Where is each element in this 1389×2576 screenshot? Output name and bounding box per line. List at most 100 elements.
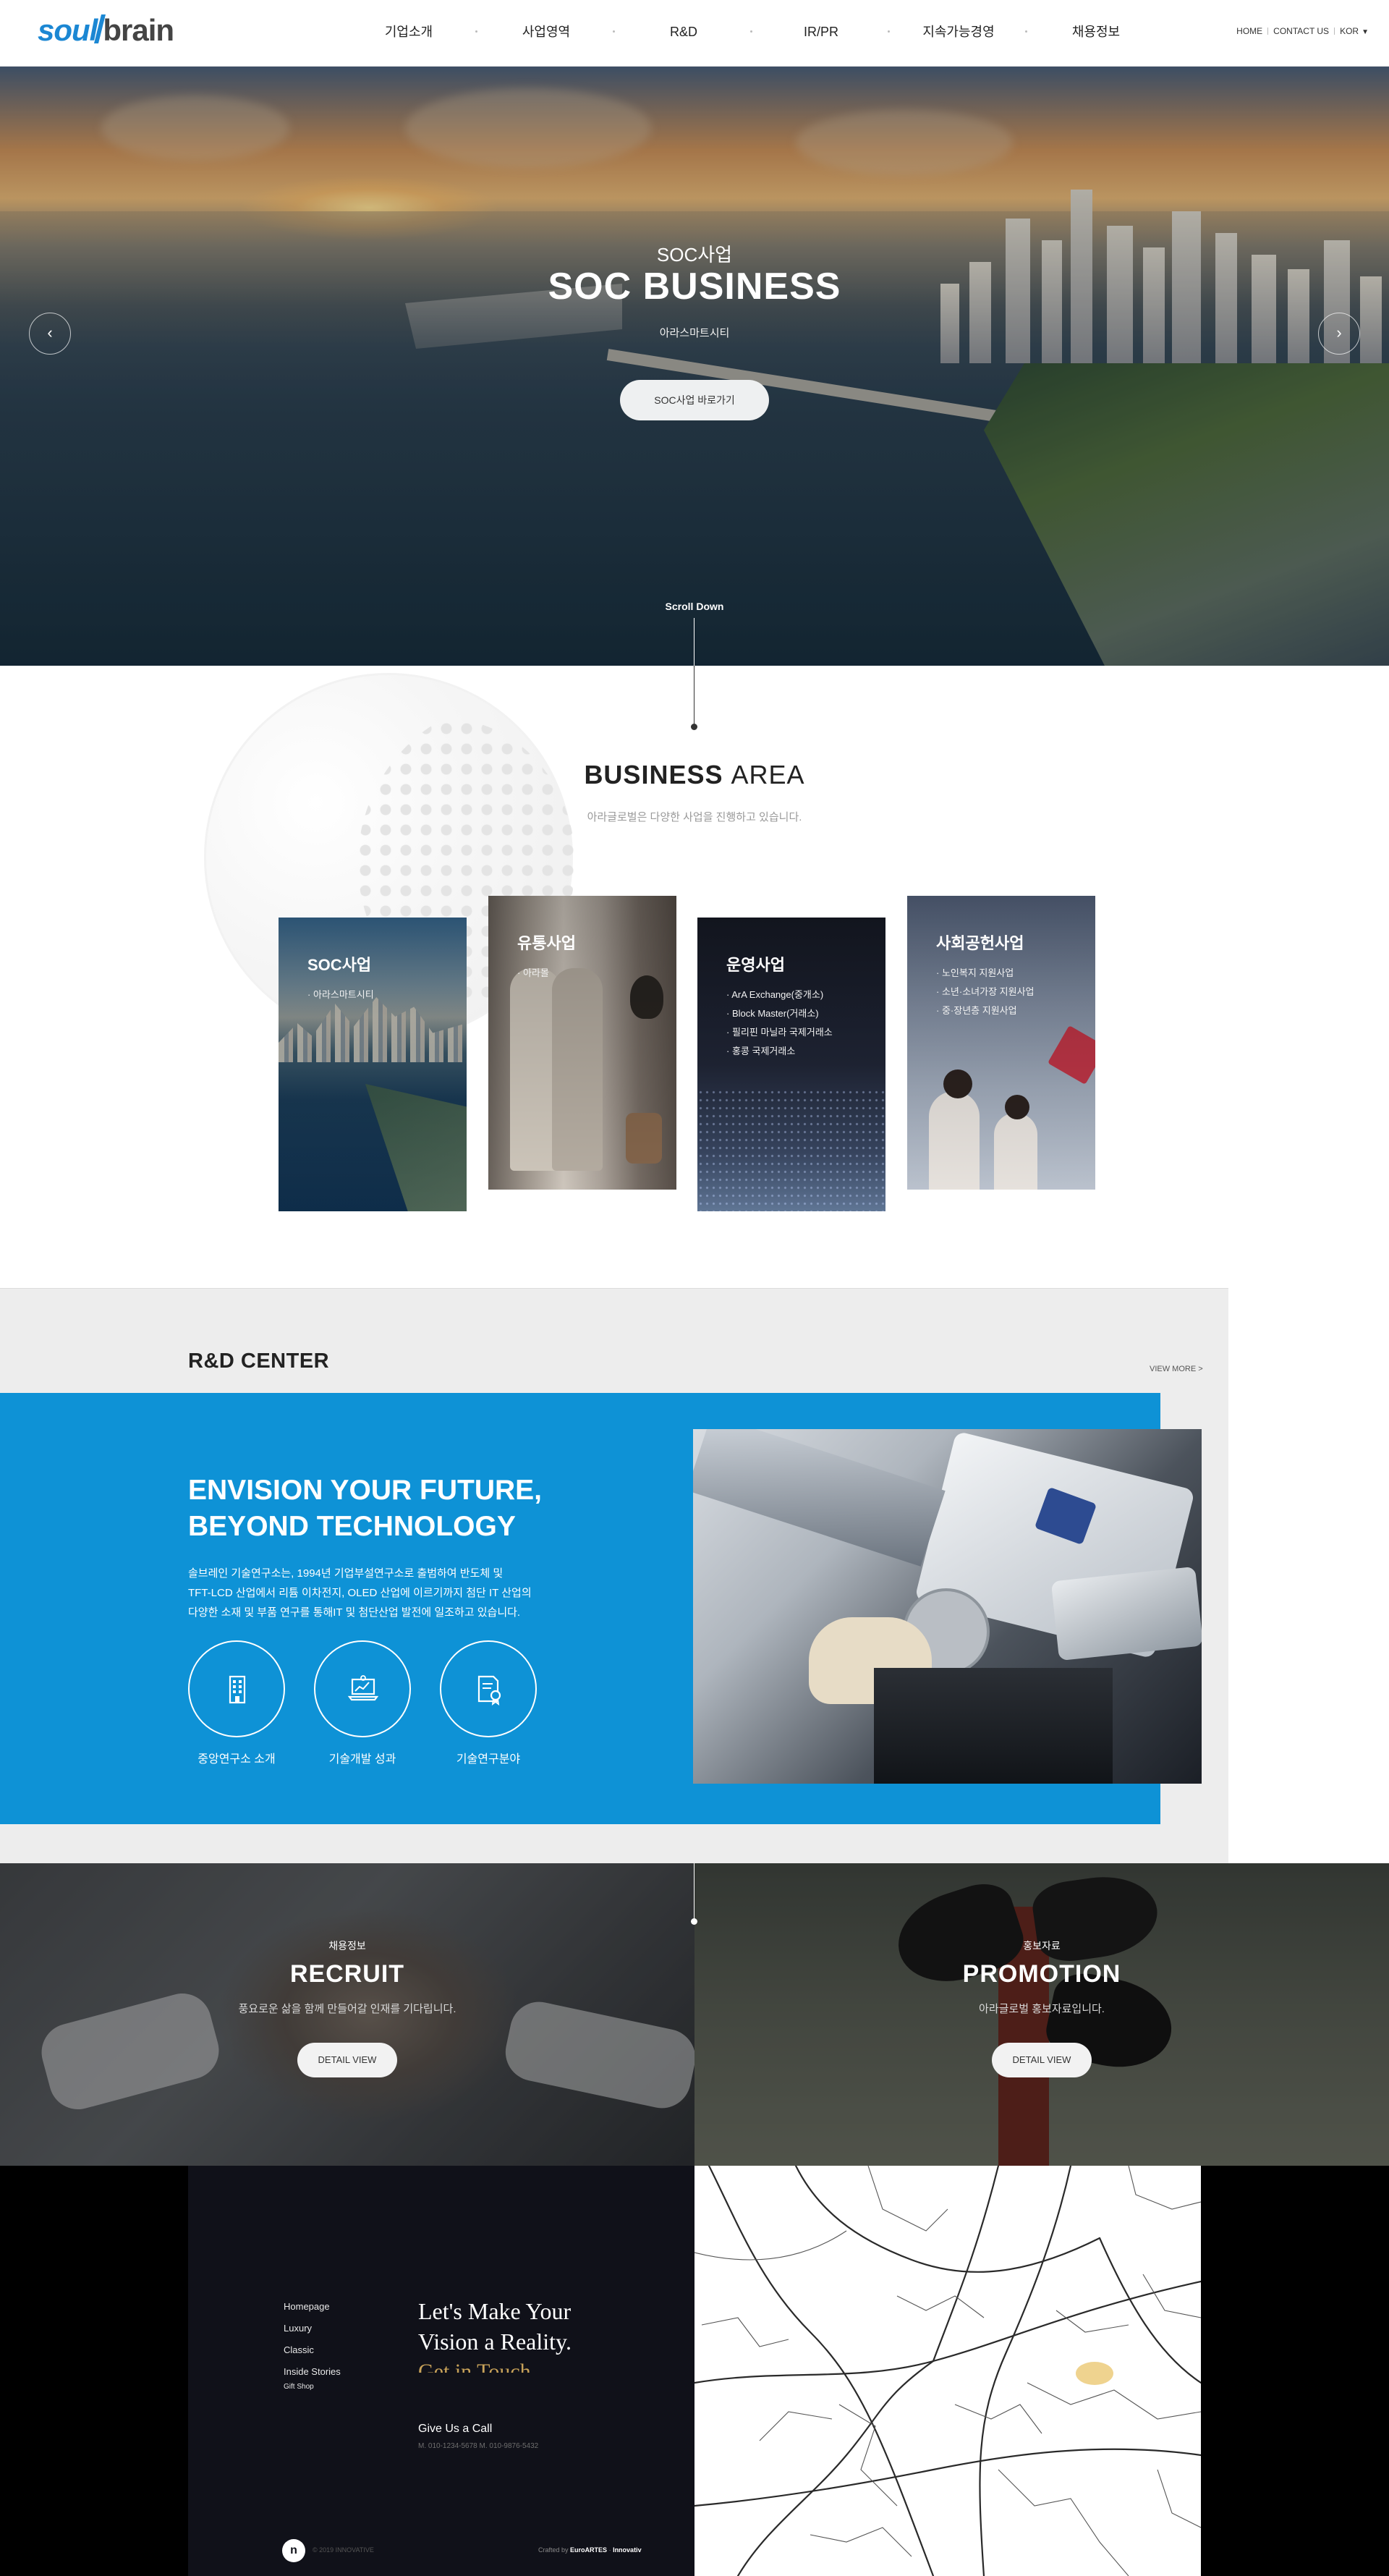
promotion-description: 아라글로벌 홍보자료입니다. bbox=[979, 2003, 1105, 2015]
section-title: BUSINESS AREA bbox=[0, 760, 1389, 790]
map-panel[interactable] bbox=[694, 2166, 1201, 2576]
embedded-site-preview: Homepage Luxury Classic Inside Stories G… bbox=[188, 2166, 694, 2576]
nav-company[interactable]: 기업소개 bbox=[340, 0, 477, 67]
promotion-detail-button[interactable]: DETAIL VIEW bbox=[992, 2043, 1092, 2077]
logo-text-brain: brain bbox=[103, 13, 174, 47]
rnd-center-intro-button[interactable] bbox=[188, 1640, 285, 1737]
business-card-soc[interactable]: SOC사업 아라스마트시티 bbox=[279, 918, 467, 1211]
language-selector[interactable]: KOR ▼ bbox=[1340, 26, 1369, 36]
preview-menu-item[interactable]: Homepage bbox=[284, 2296, 341, 2318]
view-more-link[interactable]: VIEW MORE > bbox=[1150, 1365, 1203, 1373]
nav-careers[interactable]: 채용정보 bbox=[1027, 0, 1165, 67]
preview-headline: Let's Make Your Vision a Reality. bbox=[418, 2298, 572, 2355]
chevron-left-icon: ‹ bbox=[47, 323, 53, 342]
card-overlay bbox=[279, 918, 467, 1211]
section-title: R&D CENTER bbox=[188, 1350, 330, 1373]
preview-menu-item[interactable]: Classic bbox=[284, 2339, 341, 2361]
street-map[interactable] bbox=[694, 2166, 1201, 2576]
equipment-stage bbox=[874, 1668, 1113, 1784]
nav-rnd[interactable]: R&D bbox=[615, 0, 752, 67]
card-title: 사회공헌사업 bbox=[936, 934, 1024, 952]
recruit-detail-button[interactable]: DETAIL VIEW bbox=[297, 2043, 397, 2077]
business-area-section: BUSINESS AREA 아라글로벌은 다양한 사업을 진행하고 있습니다. … bbox=[0, 666, 1389, 1288]
promotion-title: PROMOTION bbox=[962, 1960, 1121, 1988]
hero-title: SOC BUSINESS bbox=[548, 266, 841, 308]
business-card-social-contribution[interactable]: 사회공헌사업 노인복지 지원사업 소년·소녀가장 지원사업 중·장년층 지원사업 bbox=[907, 896, 1095, 1190]
card-list-item: 필리핀 마닐라 국제거래소 bbox=[726, 1023, 833, 1042]
card-list-item: 홍콩 국제거래소 bbox=[726, 1042, 833, 1061]
card-overlay bbox=[488, 896, 676, 1190]
util-divider bbox=[1334, 27, 1335, 35]
slider-next-button[interactable]: › bbox=[1318, 313, 1360, 355]
preview-menu: Homepage Luxury Classic Inside Stories G… bbox=[284, 2296, 341, 2391]
preview-logo[interactable]: n bbox=[282, 2539, 305, 2562]
business-card-distribution[interactable]: 유통사업 아라몰 bbox=[488, 896, 676, 1190]
card-list-item: Block Master(거래소) bbox=[726, 1004, 833, 1023]
rnd-achievements-label[interactable]: 기술개발 성과 bbox=[290, 1749, 435, 1766]
recruit-description: 풍요로운 삶을 함께 만들어갈 인재를 기다립니다. bbox=[238, 2003, 456, 2015]
preview-credit: Crafted by EuroARTES · Innovativ bbox=[538, 2546, 642, 2554]
card-list-item: 아라몰 bbox=[517, 964, 549, 983]
slider-prev-button[interactable]: ‹ bbox=[29, 313, 71, 355]
section-title-bold: BUSINESS bbox=[584, 760, 723, 789]
equipment-lens bbox=[1050, 1566, 1202, 1661]
scroll-down-label[interactable]: Scroll Down bbox=[0, 601, 1389, 612]
card-list: ArA Exchange(중개소) Block Master(거래소) 필리핀 … bbox=[726, 986, 833, 1061]
card-list: 아라몰 bbox=[517, 964, 549, 983]
map-location-marker[interactable] bbox=[1076, 2362, 1113, 2385]
nav-sustainability[interactable]: 지속가능경영 bbox=[890, 0, 1027, 67]
recruit-panel: 채용정보 RECRUIT 풍요로운 삶을 함께 만들어갈 인재를 기다립니다. … bbox=[0, 1863, 694, 2166]
hero-slider: SOC사업 SOC BUSINESS 아라스마트시티 SOC사업 바로가기 ‹ … bbox=[0, 67, 1389, 666]
util-divider bbox=[1267, 27, 1269, 35]
logo-text-soul: soul bbox=[38, 13, 98, 47]
rnd-headline: ENVISION YOUR FUTURE, BEYOND TECHNOLOGY bbox=[188, 1475, 543, 1542]
home-link[interactable]: HOME bbox=[1236, 26, 1262, 36]
language-label: KOR bbox=[1340, 26, 1359, 36]
card-list-item: 중·장년층 지원사업 bbox=[936, 1001, 1035, 1020]
recruit-kicker: 채용정보 bbox=[328, 1940, 366, 1952]
card-list-item: 소년·소녀가장 지원사업 bbox=[936, 983, 1035, 1001]
utility-links: HOME CONTACT US KOR ▼ bbox=[1236, 26, 1369, 36]
contact-link[interactable]: CONTACT US bbox=[1273, 26, 1329, 36]
rnd-achievements-button[interactable] bbox=[314, 1640, 411, 1737]
preview-menu-item[interactable]: Gift Shop bbox=[284, 2383, 341, 2391]
hero-cta-button[interactable]: SOC사업 바로가기 bbox=[620, 380, 769, 420]
scroll-indicator-dot bbox=[691, 724, 697, 730]
preview-call-heading: Give Us a Call bbox=[418, 2423, 493, 2435]
section-title-light: AREA bbox=[731, 760, 805, 789]
preview-copyright: © 2019 INNOVATIVE bbox=[313, 2546, 374, 2554]
promotion-panel: 홍보자료 PROMOTION 아라글로벌 홍보자료입니다. DETAIL VIE… bbox=[694, 1863, 1389, 2166]
preview-menu-item[interactable]: Inside Stories bbox=[284, 2361, 341, 2383]
card-list: 아라스마트시티 bbox=[307, 986, 374, 1004]
hero-description: 아라스마트시티 bbox=[659, 327, 730, 339]
promotion-kicker: 홍보자료 bbox=[1023, 1940, 1061, 1952]
card-list-item: 노인복지 지원사업 bbox=[936, 964, 1035, 983]
site-logo[interactable]: soul brain bbox=[38, 13, 174, 48]
credit-brand-a: EuroARTES bbox=[570, 2546, 608, 2554]
card-title: SOC사업 bbox=[307, 956, 372, 974]
credit-brand-b: Innovativ bbox=[613, 2546, 642, 2554]
hero-subtitle: SOC사업 bbox=[656, 244, 733, 266]
hero-overlay bbox=[0, 67, 1389, 666]
rnd-research-fields-button[interactable] bbox=[440, 1640, 537, 1737]
nav-irpr[interactable]: IR/PR bbox=[752, 0, 890, 67]
rnd-body-text: 솔브레인 기술연구소는, 1994년 기업부설연구소로 출범하여 반도체 및 T… bbox=[188, 1567, 532, 1619]
preview-gold-text: Get in Touch bbox=[418, 2360, 531, 2373]
rnd-research-fields-label[interactable]: 기술연구분야 bbox=[416, 1749, 561, 1766]
preview-menu-item[interactable]: Luxury bbox=[284, 2318, 341, 2339]
certificate-icon bbox=[477, 1675, 501, 1706]
rnd-lab-photo bbox=[693, 1429, 1202, 1784]
credit-prefix: Crafted by bbox=[538, 2546, 569, 2554]
business-card-operations[interactable]: 운영사업 ArA Exchange(중개소) Block Master(거래소)… bbox=[697, 918, 885, 1211]
building-icon bbox=[229, 1675, 246, 1704]
preview-phone-numbers: M. 010-1234-5678 M. 010-9876-5432 bbox=[418, 2442, 539, 2450]
chevron-down-icon: ▼ bbox=[1362, 28, 1369, 36]
section-description: 아라글로벌은 다양한 사업을 진행하고 있습니다. bbox=[587, 811, 802, 823]
rnd-center-intro-label[interactable]: 중앙연구소 소개 bbox=[164, 1749, 309, 1766]
chart-laptop-icon bbox=[347, 1675, 379, 1701]
bottom-section: Homepage Luxury Classic Inside Stories G… bbox=[0, 2166, 1389, 2576]
site-header: soul brain 기업소개 사업영역 R&D IR/PR 지속가능경영 채용정… bbox=[0, 0, 1389, 67]
card-list-item: 아라스마트시티 bbox=[307, 986, 374, 1004]
main-navigation: 기업소개 사업영역 R&D IR/PR 지속가능경영 채용정보 bbox=[340, 0, 1165, 67]
nav-business[interactable]: 사업영역 bbox=[477, 0, 615, 67]
